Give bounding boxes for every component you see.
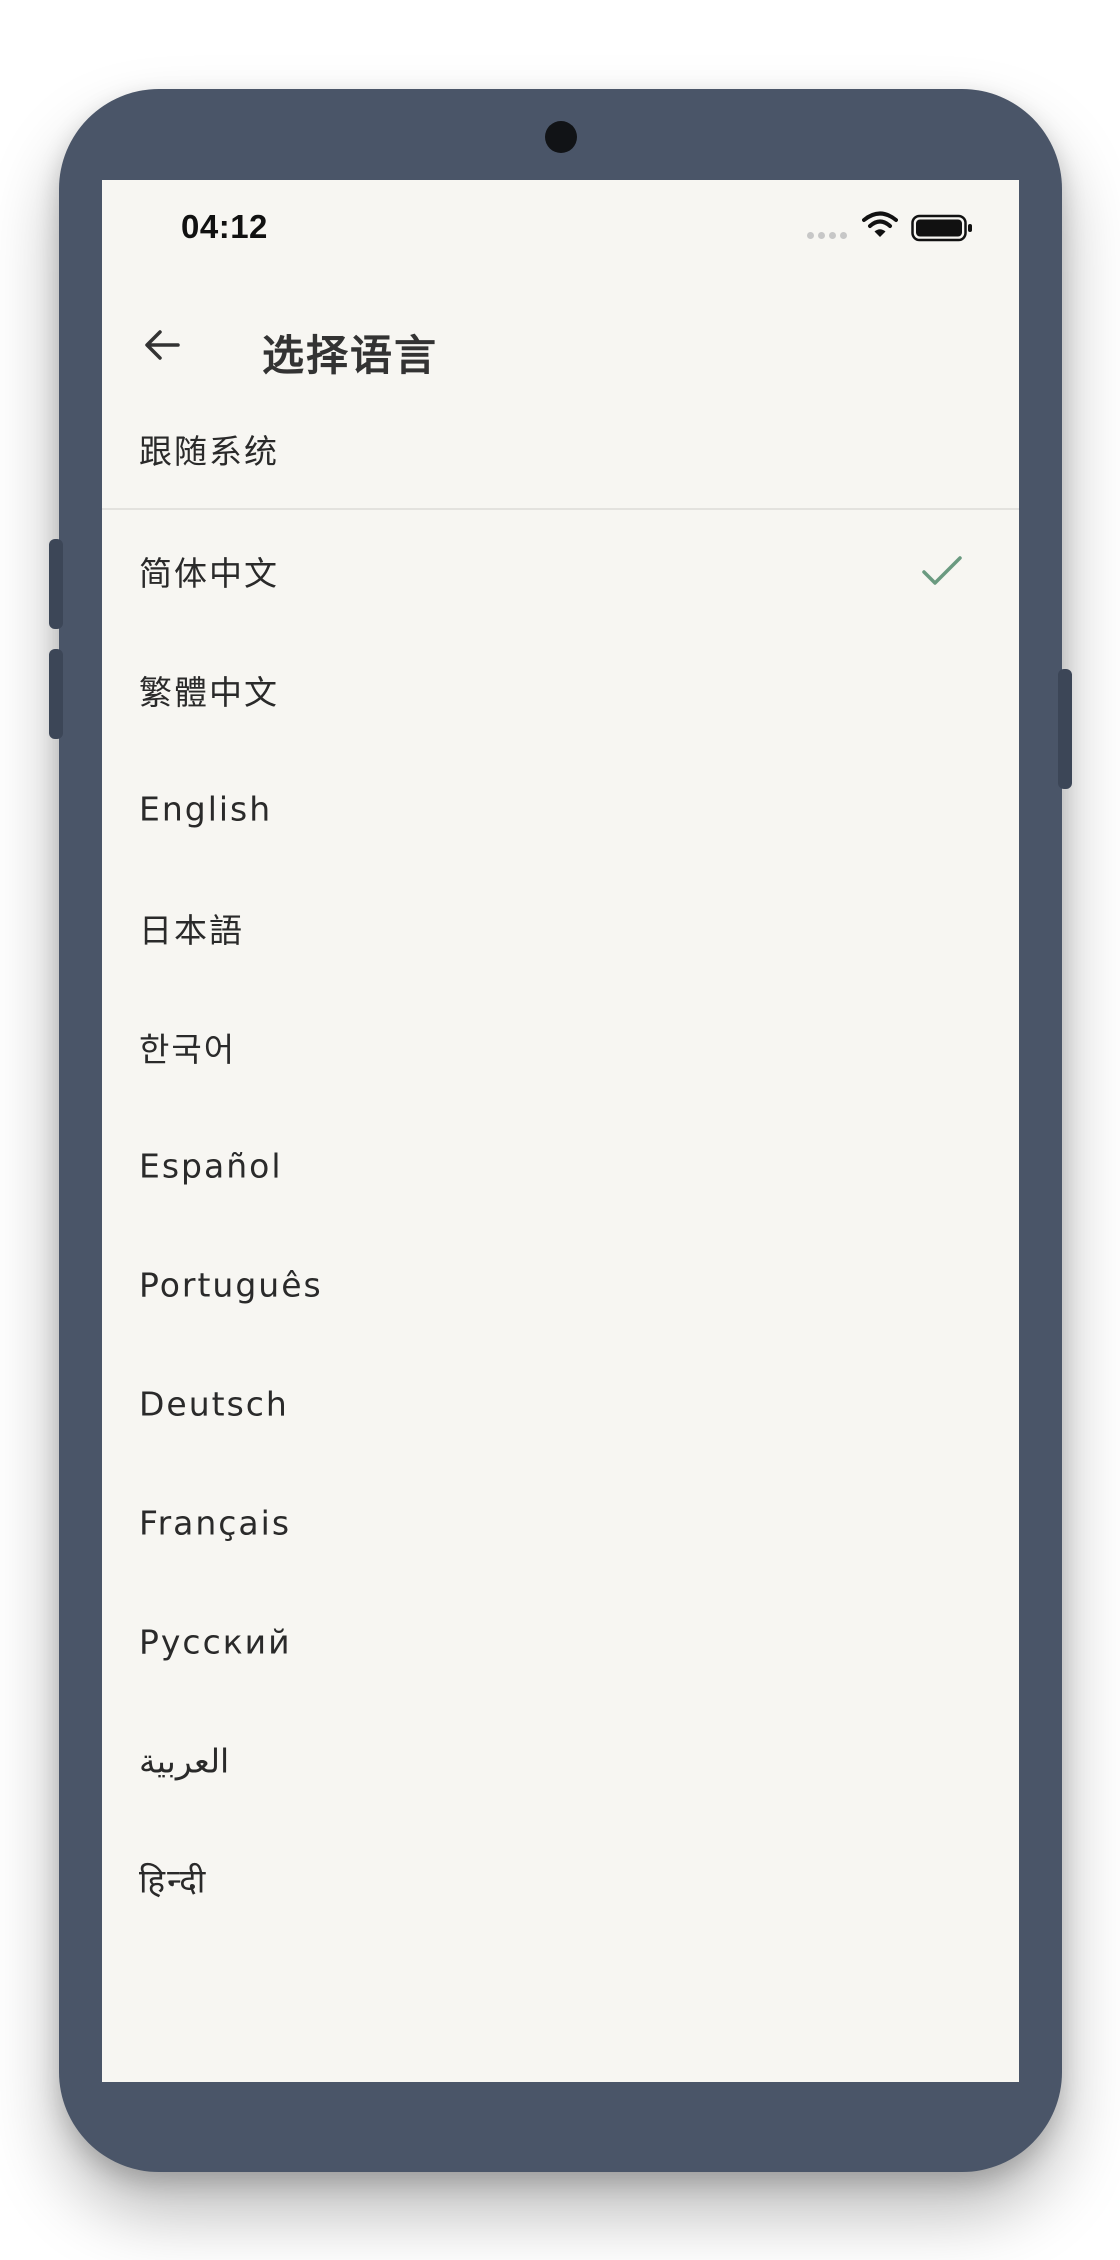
status-bar: 04:12 bbox=[102, 180, 1019, 280]
language-label: 한국어 bbox=[139, 1029, 237, 1069]
status-time: 04:12 bbox=[181, 208, 268, 245]
language-option-fr[interactable]: Français bbox=[102, 1463, 1019, 1582]
language-label: Français bbox=[139, 1503, 292, 1542]
language-label: Deutsch bbox=[139, 1384, 289, 1423]
language-option-pt[interactable]: Português bbox=[102, 1225, 1019, 1344]
language-label: 简体中文 bbox=[139, 553, 279, 593]
wifi-icon bbox=[862, 211, 898, 237]
page-title: 选择语言 bbox=[262, 331, 439, 380]
checkmark-icon bbox=[922, 555, 962, 585]
front-camera bbox=[545, 121, 577, 153]
arrow-left-icon bbox=[145, 330, 180, 360]
screen: 04:12 选择语言 跟随系统 简体中文 繁體中文 English 日本語 한국… bbox=[102, 180, 1019, 2082]
language-option-zh-hans[interactable]: 简体中文 bbox=[102, 511, 1019, 630]
signal-icon bbox=[807, 232, 847, 239]
volume-up-button[interactable] bbox=[49, 539, 63, 629]
volume-down-button[interactable] bbox=[49, 649, 63, 739]
language-label: Русский bbox=[139, 1622, 292, 1661]
language-label: Español bbox=[139, 1146, 283, 1185]
language-label: Português bbox=[139, 1265, 323, 1304]
language-list: 简体中文 繁體中文 English 日本語 한국어 Español Portug… bbox=[102, 511, 1019, 1939]
language-option-ar[interactable]: العربية bbox=[102, 1701, 1019, 1820]
battery-icon bbox=[911, 214, 972, 242]
language-option-ja[interactable]: 日本語 bbox=[102, 868, 1019, 987]
app-bar: 选择语言 bbox=[102, 300, 1019, 390]
language-label: हिन्दी bbox=[139, 1861, 208, 1900]
language-option-ru[interactable]: Русский bbox=[102, 1582, 1019, 1701]
language-label: English bbox=[139, 789, 273, 828]
power-button[interactable] bbox=[1058, 669, 1072, 789]
language-option-es[interactable]: Español bbox=[102, 1106, 1019, 1225]
language-option-en[interactable]: English bbox=[102, 749, 1019, 868]
language-option-ko[interactable]: 한국어 bbox=[102, 987, 1019, 1106]
language-label: 繁體中文 bbox=[139, 672, 279, 712]
follow-system-option[interactable]: 跟随系统 bbox=[102, 390, 1019, 510]
language-option-de[interactable]: Deutsch bbox=[102, 1344, 1019, 1463]
language-label: 日本語 bbox=[139, 910, 244, 950]
language-option-zh-hant[interactable]: 繁體中文 bbox=[102, 630, 1019, 749]
language-label: العربية bbox=[139, 1741, 230, 1780]
phone-frame: 04:12 选择语言 跟随系统 简体中文 繁體中文 English 日本語 한국… bbox=[49, 89, 1072, 2172]
follow-system-label: 跟随系统 bbox=[139, 432, 279, 471]
language-option-hi[interactable]: हिन्दी bbox=[102, 1820, 1019, 1939]
back-button[interactable] bbox=[137, 320, 187, 370]
